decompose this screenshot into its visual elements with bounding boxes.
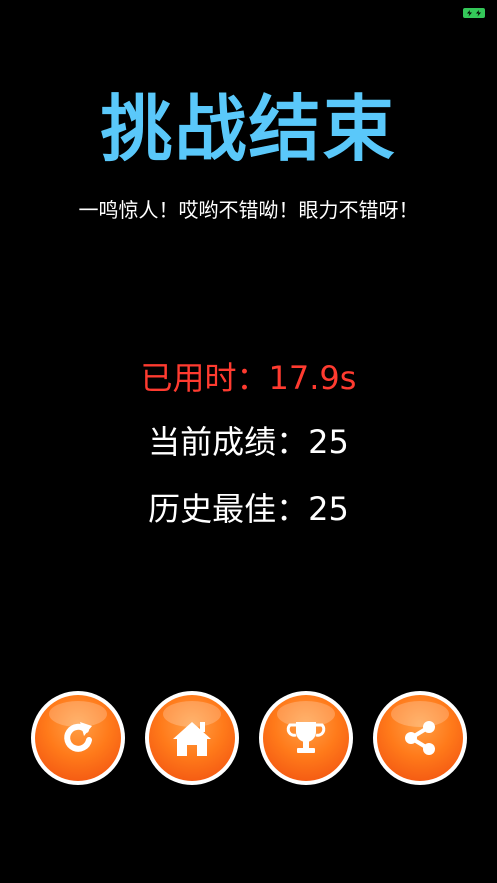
battery-charging-icon [463,8,485,18]
share-button[interactable] [373,691,467,785]
restart-button[interactable] [31,691,125,785]
share-icon [405,721,435,755]
leaderboard-button[interactable] [259,691,353,785]
restart-icon [64,722,92,752]
result-comment: 一鸣惊人！哎哟不错呦！眼力不错呀！ [78,198,419,222]
page-title: 挑战结束 [100,87,397,171]
trophy-icon [286,722,326,753]
current-score: 当前成绩：25 [148,423,349,461]
elapsed-time: 已用时：17.9s [140,359,357,397]
home-icon [173,722,211,756]
home-button[interactable] [145,691,239,785]
best-score: 历史最佳：25 [148,490,349,528]
